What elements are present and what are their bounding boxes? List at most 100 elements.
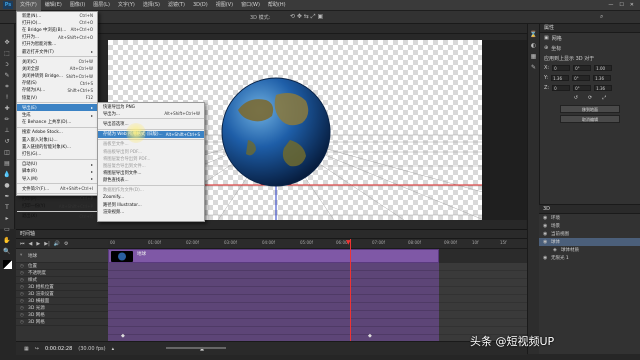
clip-track-header[interactable]: ▾ 地球 bbox=[16, 249, 108, 263]
property-tracks[interactable] bbox=[108, 263, 439, 341]
stopwatch-icon[interactable]: ◷ bbox=[20, 278, 25, 283]
settings-icon[interactable]: ⚙ bbox=[64, 241, 68, 247]
x-scale-field[interactable]: 1.00 bbox=[594, 65, 613, 71]
hand-tool-icon[interactable]: ✋ bbox=[2, 236, 13, 245]
track-row[interactable]: ◷ 3D 光源 bbox=[16, 305, 108, 312]
eyedropper-tool-icon[interactable]: ⵑ bbox=[2, 93, 13, 102]
menu-item-save-for-web[interactable]: 存储为 Web 所用格式 (旧版)...Alt+Shift+Ctrl+S bbox=[98, 130, 204, 138]
expand-icon[interactable]: ▾ bbox=[20, 253, 25, 258]
menu-item-import[interactable]: 导入(M) ▸ bbox=[17, 175, 97, 182]
pen-tool-icon[interactable]: ✒ bbox=[2, 192, 13, 201]
track-row[interactable]: ◷ 3D 网格 bbox=[16, 312, 108, 319]
stopwatch-icon[interactable]: ◷ bbox=[20, 320, 25, 325]
menu-item-layers-to-files[interactable]: 将图层导出到文件... bbox=[98, 170, 204, 177]
color-swatch-icon[interactable] bbox=[2, 260, 12, 269]
layer-row[interactable]: ◉ 场景 bbox=[539, 222, 640, 230]
menu-3d[interactable]: 3D(D) bbox=[189, 0, 212, 11]
first-frame-icon[interactable]: ⏮ bbox=[20, 241, 25, 247]
menu-item-close-bridge[interactable]: 关闭并转到 Bridge... Shift+Ctrl+W bbox=[17, 73, 97, 80]
eye-icon[interactable]: ◉ bbox=[543, 255, 548, 261]
menu-item-adobe-stock[interactable]: 搜索 Adobe Stock... bbox=[17, 129, 97, 136]
menu-item-color-lookup[interactable]: 颜色查找表... bbox=[98, 177, 204, 184]
menu-item-place-embedded[interactable]: 置入嵌入对象(L)... bbox=[17, 136, 97, 143]
layer-row[interactable]: ◈ 球体材质 bbox=[539, 246, 640, 254]
z-position-field[interactable]: 0 bbox=[552, 85, 571, 91]
menu-item-package[interactable]: 打包(G)... bbox=[17, 150, 97, 157]
menu-item-open-smart-object[interactable]: 打开为智能对象... bbox=[17, 41, 97, 48]
brush-panel-icon[interactable]: ✎ bbox=[528, 63, 539, 72]
stopwatch-icon[interactable]: ◷ bbox=[20, 264, 25, 269]
time-ruler[interactable]: 00 01:00f 02:00f 03:00f 04:00f 05:00f 06… bbox=[108, 239, 527, 249]
menu-help[interactable]: 帮助(H) bbox=[264, 0, 290, 11]
menu-edit[interactable]: 编辑(E) bbox=[41, 0, 66, 11]
keyframe-icon[interactable]: ◆ bbox=[368, 333, 372, 339]
zoom-tool-icon[interactable]: 🔍 bbox=[2, 247, 13, 256]
track-row[interactable]: ◷ 3D 网格 bbox=[16, 319, 108, 326]
menu-item-render-video[interactable]: 渲染视频... bbox=[98, 208, 204, 215]
dodge-tool-icon[interactable]: ● bbox=[2, 181, 13, 190]
y-rotation-field[interactable]: 0° bbox=[572, 75, 591, 81]
eye-icon[interactable]: ◉ bbox=[543, 223, 548, 229]
menu-window[interactable]: 窗口(W) bbox=[237, 0, 264, 11]
move-to-ground-button[interactable]: 移到地面 bbox=[560, 105, 620, 113]
timeline-tracks-area[interactable]: 00 01:00f 02:00f 03:00f 04:00f 05:00f 06… bbox=[108, 239, 527, 341]
y-position-field[interactable]: 1.36 bbox=[551, 75, 570, 81]
stopwatch-icon[interactable]: ◷ bbox=[20, 292, 25, 297]
menu-item-scripts[interactable]: 脚本(R) ▸ bbox=[17, 168, 97, 175]
earth-globe[interactable] bbox=[222, 78, 330, 186]
crop-tool-icon[interactable]: ⌗ bbox=[2, 82, 13, 91]
close-icon[interactable]: ✕ bbox=[630, 2, 634, 8]
playhead[interactable] bbox=[350, 239, 351, 341]
layer-row[interactable]: ◉ 环境 bbox=[539, 214, 640, 222]
video-clip[interactable]: 地球 bbox=[108, 249, 439, 263]
history-brush-icon[interactable]: ↺ bbox=[2, 137, 13, 146]
x-rotation-field[interactable]: 0° bbox=[573, 65, 592, 71]
path-select-icon[interactable]: ▸ bbox=[2, 214, 13, 223]
layer-row[interactable]: ◉ 球体 bbox=[539, 238, 640, 246]
menu-view[interactable]: 视图(V) bbox=[212, 0, 237, 11]
layer-row[interactable]: ◉ 当前视图 bbox=[539, 230, 640, 238]
menu-item-export[interactable]: 导出(E) ▸ bbox=[17, 104, 97, 112]
reset-rotation-icon[interactable]: ⟳ bbox=[588, 95, 592, 101]
menu-item-zoomify[interactable]: Zoomify... bbox=[98, 194, 204, 201]
menu-item-save-as[interactable]: 存储为(A)... Shift+Ctrl+S bbox=[17, 87, 97, 94]
menu-item-close[interactable]: 关闭(C) Ctrl+W bbox=[17, 58, 97, 65]
minimize-icon[interactable]: — bbox=[608, 2, 613, 8]
menu-item-print-one[interactable]: 打印一份(Y) Alt+Shift+Ctrl+P bbox=[17, 203, 97, 210]
coordinates-icon[interactable]: ⊕ bbox=[544, 45, 548, 51]
menu-item-new[interactable]: 新建(N)... Ctrl+N bbox=[17, 12, 97, 19]
stopwatch-icon[interactable]: ◷ bbox=[20, 306, 25, 311]
menu-item-generate[interactable]: 生成 ▸ bbox=[17, 111, 97, 119]
history-panel-icon[interactable]: ⌛ bbox=[528, 30, 539, 39]
z-rotation-field[interactable]: 0° bbox=[573, 85, 592, 91]
zoom-out-icon[interactable]: ▴ bbox=[112, 346, 115, 352]
track-row[interactable]: ◷ 不透明度 bbox=[16, 270, 108, 277]
track-row[interactable]: ◷ 位置 bbox=[16, 263, 108, 270]
x-position-field[interactable]: 0 bbox=[552, 65, 571, 71]
zoom-slider[interactable] bbox=[166, 347, 226, 349]
stopwatch-icon[interactable]: ◷ bbox=[20, 285, 25, 290]
menu-select[interactable]: 选择(S) bbox=[139, 0, 164, 11]
menu-item-file-info[interactable]: 文件简介(F)... Alt+Shift+Ctrl+I bbox=[17, 185, 97, 192]
move-tool-icon[interactable]: ✥ bbox=[2, 38, 13, 47]
marquee-tool-icon[interactable]: ⬚ bbox=[2, 49, 13, 58]
eye-icon[interactable]: ◉ bbox=[543, 231, 548, 237]
menu-item-open-as[interactable]: 打开为... Alt+Shift+Ctrl+O bbox=[17, 34, 97, 41]
track-row[interactable]: ◷ 样式 bbox=[16, 277, 108, 284]
stopwatch-icon[interactable]: ◷ bbox=[20, 299, 25, 304]
menu-item-print[interactable]: 打印(P)... Ctrl+P bbox=[17, 195, 97, 202]
menu-item-export-as[interactable]: 导出为... Alt+Shift+Ctrl+W bbox=[98, 110, 204, 117]
menu-item-paths-to-illustrator[interactable]: 路径到 Illustrator... bbox=[98, 201, 204, 208]
eye-icon[interactable]: ◉ bbox=[543, 215, 548, 221]
eye-icon[interactable]: ◉ bbox=[543, 239, 548, 245]
gradient-tool-icon[interactable]: ▤ bbox=[2, 159, 13, 168]
brush-tool-icon[interactable]: ✏ bbox=[2, 115, 13, 124]
menu-layer[interactable]: 图层(L) bbox=[89, 0, 114, 11]
search-icon[interactable]: ⌕ bbox=[600, 13, 603, 21]
menu-item-close-all[interactable]: 关闭全部 Alt+Ctrl+W bbox=[17, 65, 97, 72]
z-scale-field[interactable]: 1.36 bbox=[594, 85, 613, 91]
track-row[interactable]: ◷ 3D 横截面 bbox=[16, 298, 108, 305]
menu-image[interactable]: 图像(I) bbox=[66, 0, 89, 11]
reset-scale-icon[interactable]: ⤢ bbox=[602, 95, 606, 101]
track-row[interactable]: ◷ 3D 相机位置 bbox=[16, 284, 108, 291]
